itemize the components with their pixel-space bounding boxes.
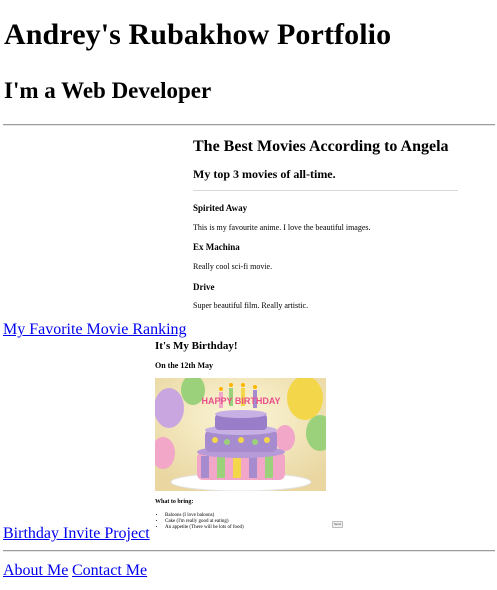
movie-item-name: Drive xyxy=(193,282,215,292)
movie-item-name: Spirited Away xyxy=(193,203,248,213)
movie-preview-title: The Best Movies According to Angela xyxy=(193,138,449,155)
contact-me-link[interactable]: Contact Me xyxy=(72,562,147,580)
movie-preview-subtitle: My top 3 movies of all-time. xyxy=(193,167,336,181)
movie-item-desc: This is my favourite anime. I love the b… xyxy=(193,223,371,232)
send-button[interactable]: Send xyxy=(332,521,343,528)
movie-item-desc: Really cool sci-fi movie. xyxy=(193,262,273,271)
birthday-project-preview: It's My Birthday! On the 12th May HAPPY … xyxy=(150,337,350,542)
bring-list: Baloons (I love baloons) Cake (I'm reall… xyxy=(155,513,244,531)
movie-project-preview: The Best Movies According to Angela My t… xyxy=(188,130,468,330)
birthday-preview-title: It's My Birthday! xyxy=(155,340,238,352)
page-subtitle: I'm a Web Developer xyxy=(4,78,212,103)
cake-text: HAPPY BIRTHDAY xyxy=(201,396,280,406)
movie-preview-divider xyxy=(193,190,458,191)
birthday-invite-link[interactable]: Birthday Invite Project xyxy=(3,525,150,543)
divider-top xyxy=(3,124,495,126)
page-title: Andrey's Rubakhow Portfolio xyxy=(4,18,392,51)
birthday-cake-image: HAPPY BIRTHDAY xyxy=(155,378,326,491)
list-item: An appetite (There will be lots of food) xyxy=(165,525,244,531)
birthday-preview-subtitle: On the 12th May xyxy=(155,361,213,370)
movie-item-desc: Super beautiful film. Really artistic. xyxy=(193,301,309,310)
divider-bottom xyxy=(3,550,495,552)
bring-label: What to bring: xyxy=(155,499,194,505)
about-me-link[interactable]: About Me xyxy=(3,562,68,580)
movie-item-name: Ex Machina xyxy=(193,242,240,252)
